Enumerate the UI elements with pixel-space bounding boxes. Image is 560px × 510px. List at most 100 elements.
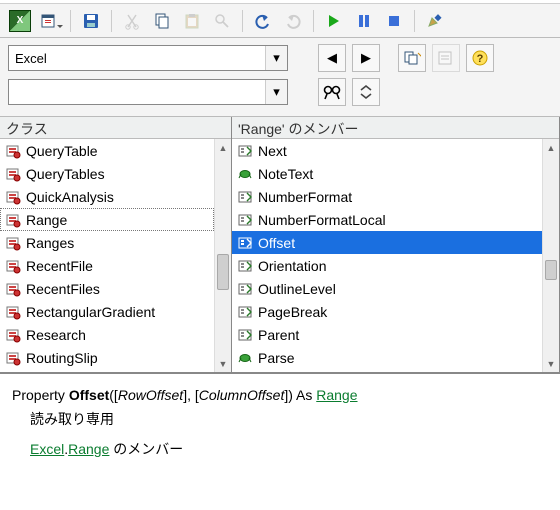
arrow-right-icon: ▶ [361, 50, 371, 66]
members-list[interactable]: Next NoteText NumberFormat NumberFormatLoca… [232, 139, 542, 372]
member-item[interactable]: Orientation [232, 254, 542, 277]
member-item[interactable]: Parse [232, 346, 542, 369]
property-icon [236, 258, 254, 274]
classes-header: クラス [0, 117, 231, 139]
member-item-label: NoteText [258, 166, 313, 182]
detail-panel: Property Offset([RowOffset], [ColumnOffs… [0, 373, 560, 510]
member-item[interactable]: Parent [232, 323, 542, 346]
class-icon [4, 327, 22, 343]
main-toolbar: X [0, 4, 560, 38]
class-item[interactable]: Research [0, 323, 214, 346]
help-button[interactable]: ? [466, 44, 494, 72]
class-item-label: QueryTables [26, 166, 105, 182]
cut-button [118, 7, 146, 35]
separator [70, 10, 71, 32]
search-button[interactable] [318, 78, 346, 106]
member-item[interactable]: Offset [232, 231, 542, 254]
classes-list[interactable]: QueryTable QueryTables QuickAnalysisRange R… [0, 139, 214, 372]
run-button[interactable] [320, 7, 348, 35]
separator [313, 10, 314, 32]
class-item[interactable]: Ranges [0, 231, 214, 254]
arrow-left-icon: ◀ [327, 50, 337, 66]
scroll-up-icon[interactable]: ▲ [543, 139, 559, 156]
reset-button[interactable] [380, 7, 408, 35]
class-item[interactable]: RecentFile [0, 254, 214, 277]
browser-panes: クラス QueryTableQueryTablesQuickAnalysisRa… [0, 117, 560, 373]
member-item-label: PageBreak [258, 304, 327, 320]
class-item-label: RoutingSlip [26, 350, 98, 366]
arg-row-offset: RowOffset [118, 387, 183, 403]
class-item[interactable]: QueryTable [0, 139, 214, 162]
arg-column-offset: ColumnOffset [199, 387, 285, 403]
class-icon [4, 212, 22, 228]
save-button[interactable] [77, 7, 105, 35]
member-item[interactable]: NumberFormatLocal [232, 208, 542, 231]
class-item-label: Ranges [26, 235, 74, 251]
class-item-label: Research [26, 327, 86, 343]
class-item[interactable]: QuickAnalysis [0, 185, 214, 208]
member-item[interactable]: PageBreak [232, 300, 542, 323]
member-item[interactable]: Next [232, 139, 542, 162]
member-item[interactable]: OutlineLevel [232, 277, 542, 300]
property-icon [236, 304, 254, 320]
scroll-down-icon[interactable]: ▼ [543, 355, 559, 372]
view-switch-button[interactable] [36, 7, 64, 35]
member-item-label: Offset [258, 235, 295, 251]
separator [111, 10, 112, 32]
sig-punct: ]) As [284, 387, 316, 403]
scrollbar[interactable]: ▲ ▼ [214, 139, 231, 372]
scroll-up-icon[interactable]: ▲ [215, 139, 231, 156]
sig-punct: ([ [109, 387, 118, 403]
undo-button[interactable] [249, 7, 277, 35]
library-input[interactable] [9, 46, 265, 70]
return-type-link[interactable]: Range [316, 387, 357, 403]
property-icon [236, 281, 254, 297]
scroll-thumb[interactable] [217, 254, 229, 290]
member-item[interactable]: NoteText [232, 162, 542, 185]
members-header: 'Range' のメンバー [232, 117, 559, 139]
library-combo[interactable]: ▾ [8, 45, 288, 71]
scroll-down-icon[interactable]: ▼ [215, 355, 231, 372]
design-mode-button[interactable] [421, 7, 449, 35]
property-icon [236, 189, 254, 205]
chevron-down-icon[interactable]: ▾ [265, 46, 287, 70]
scroll-thumb[interactable] [545, 260, 557, 280]
member-of-label: のメンバー [109, 441, 183, 457]
object-browser-toolbar: ▾ ◀ ▶ ? ▾ [0, 38, 560, 117]
search-input[interactable] [9, 80, 265, 104]
view-definition-button[interactable] [432, 44, 460, 72]
class-item[interactable]: RectangularGradient [0, 300, 214, 323]
class-item[interactable]: QueryTables [0, 162, 214, 185]
separator [242, 10, 243, 32]
search-combo[interactable]: ▾ [8, 79, 288, 105]
member-item-label: Orientation [258, 258, 326, 274]
class-item[interactable]: RecentFiles [0, 277, 214, 300]
member-item-label: OutlineLevel [258, 281, 336, 297]
svg-text:?: ? [477, 53, 484, 65]
redo-button [279, 7, 307, 35]
nav-forward-button[interactable]: ▶ [352, 44, 380, 72]
property-icon [236, 235, 254, 251]
readonly-label: 読み取り専用 [12, 408, 548, 432]
member-item-label: NumberFormat [258, 189, 352, 205]
member-item-label: Next [258, 143, 287, 159]
copy-button[interactable] [148, 7, 176, 35]
class-item[interactable]: Range [0, 208, 214, 231]
chevron-down-icon[interactable]: ▾ [265, 80, 287, 104]
nav-back-button[interactable]: ◀ [318, 44, 346, 72]
class-link[interactable]: Range [68, 441, 109, 457]
scrollbar[interactable]: ▲ ▼ [542, 139, 559, 372]
member-item-label: NumberFormatLocal [258, 212, 386, 228]
copy-definition-button[interactable] [398, 44, 426, 72]
member-item[interactable]: NumberFormat [232, 185, 542, 208]
class-item[interactable]: RoutingSlip [0, 346, 214, 369]
class-icon [4, 258, 22, 274]
keyword-property: Property [12, 387, 69, 403]
excel-icon[interactable]: X [6, 7, 34, 35]
library-link[interactable]: Excel [30, 441, 64, 457]
property-icon [236, 212, 254, 228]
break-button[interactable] [350, 7, 378, 35]
method-icon [236, 350, 254, 366]
toggle-results-button[interactable] [352, 78, 380, 106]
class-item-label: RecentFiles [26, 281, 100, 297]
